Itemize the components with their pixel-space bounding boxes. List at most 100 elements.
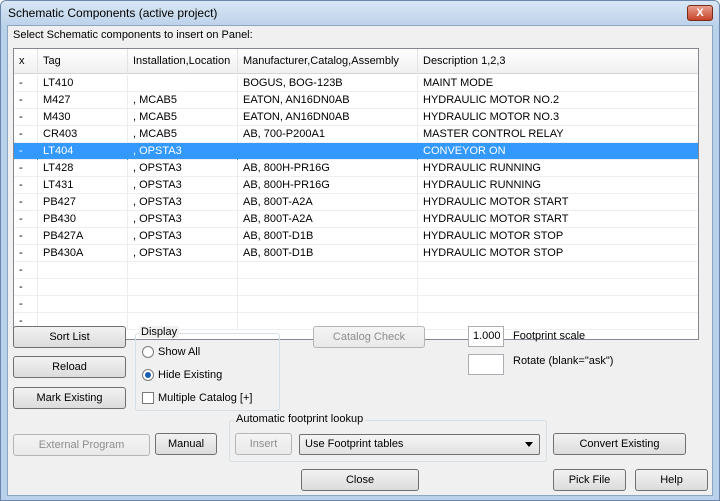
cell-x: - bbox=[14, 194, 38, 211]
cell-tag: CR403 bbox=[38, 126, 128, 143]
cell-manufacturer-catalog: AB, 700-P200A1 bbox=[238, 126, 418, 143]
column-header-x[interactable]: x bbox=[14, 49, 38, 74]
cell-manufacturer-catalog: EATON, AN16DN0AB bbox=[238, 109, 418, 126]
cell-tag bbox=[38, 262, 128, 279]
cell-installation-location: , OPSTA3 bbox=[128, 228, 238, 245]
cell-manufacturer-catalog: BOGUS, BOG-123B bbox=[238, 75, 418, 92]
table-row[interactable]: - CR403, MCAB5 AB, 700-P200A1 MASTER CONTRO… bbox=[14, 126, 698, 143]
window-title: Schematic Components (active project) bbox=[8, 6, 218, 20]
cell-x: - bbox=[14, 75, 38, 92]
dialog-window: Schematic Components (active project) X … bbox=[0, 0, 720, 501]
cell-manufacturer-catalog bbox=[238, 143, 418, 160]
cell-manufacturer-catalog bbox=[238, 262, 418, 279]
cell-x: - bbox=[14, 211, 38, 228]
cell-description bbox=[418, 313, 698, 330]
display-group-label: Display bbox=[139, 326, 180, 338]
footprint-scale-label: Footprint scale bbox=[513, 330, 586, 342]
cell-installation-location: , MCAB5 bbox=[128, 109, 238, 126]
cell-description: HYDRAULIC RUNNING bbox=[423, 179, 541, 191]
manual-button[interactable]: Manual bbox=[155, 433, 217, 455]
pick-file-button[interactable]: Pick File bbox=[553, 469, 626, 491]
cell-x: - bbox=[14, 109, 38, 126]
multiple-catalog-label[interactable]: Multiple Catalog [+] bbox=[158, 392, 252, 404]
cell-description: HYDRAULIC MOTOR START bbox=[423, 196, 569, 208]
cell-x: - bbox=[14, 262, 38, 279]
cell-x: - bbox=[14, 126, 38, 143]
cell-description: HYDRAULIC MOTOR STOP bbox=[423, 230, 564, 242]
dialog-client: Select Schematic components to insert on… bbox=[7, 25, 713, 496]
table-row[interactable]: - bbox=[14, 279, 698, 296]
cell-description: CONVEYOR ON bbox=[423, 145, 506, 157]
catalog-check-button[interactable]: Catalog Check bbox=[313, 326, 425, 348]
column-header-tag[interactable]: Tag bbox=[38, 49, 128, 74]
cell-installation-location: , OPSTA3 bbox=[128, 143, 238, 160]
table-row[interactable]: - M427, MCAB5 EATON, AN16DN0AB HYDRAULIC MO… bbox=[14, 92, 698, 109]
cell-tag: PB430A bbox=[38, 245, 128, 262]
table-row[interactable]: - PB427, OPSTA3 AB, 800T-A2A HYDRAULIC MOTO… bbox=[14, 194, 698, 211]
table-row[interactable]: - PB427A, OPSTA3 AB, 800T-D1B HYDRAULIC MOT… bbox=[14, 228, 698, 245]
cell-installation-location bbox=[128, 279, 238, 296]
cell-description bbox=[418, 296, 698, 313]
cell-installation-location bbox=[128, 296, 238, 313]
show-all-label[interactable]: Show All bbox=[158, 346, 200, 358]
cell-tag: LT431 bbox=[38, 177, 128, 194]
column-header-description[interactable]: Description 1,2,3 bbox=[418, 49, 698, 74]
cell-manufacturer-catalog: EATON, AN16DN0AB bbox=[238, 92, 418, 109]
cell-installation-location: , OPSTA3 bbox=[128, 245, 238, 262]
table-row[interactable]: - bbox=[14, 262, 698, 279]
rotate-label: Rotate (blank="ask") bbox=[513, 355, 614, 367]
cell-manufacturer-catalog: AB, 800T-A2A bbox=[238, 211, 418, 228]
rotate-input[interactable] bbox=[468, 354, 504, 375]
reload-button[interactable]: Reload bbox=[13, 356, 126, 378]
hide-existing-radio[interactable] bbox=[142, 369, 154, 381]
cell-x: - bbox=[14, 279, 38, 296]
cell-description: MASTER CONTROL RELAY bbox=[423, 128, 564, 140]
table-row[interactable]: - PB430, OPSTA3 AB, 800T-A2A HYDRAULIC MOTO… bbox=[14, 211, 698, 228]
column-header-manufacturer-catalog[interactable]: Manufacturer,Catalog,Assembly bbox=[238, 49, 418, 74]
cell-tag: M427 bbox=[38, 92, 128, 109]
table-row[interactable]: - PB430A, OPSTA3 AB, 800T-D1B HYDRAULIC MOT… bbox=[14, 245, 698, 262]
table-row[interactable]: - bbox=[14, 296, 698, 313]
insert-button[interactable]: Insert bbox=[235, 433, 292, 455]
cell-tag bbox=[38, 296, 128, 313]
cell-installation-location bbox=[128, 75, 238, 92]
cell-description: HYDRAULIC MOTOR STOP bbox=[423, 247, 564, 259]
components-table[interactable]: x Tag Installation,Location Manufacturer… bbox=[13, 48, 699, 340]
cell-tag: PB427A bbox=[38, 228, 128, 245]
cell-x: - bbox=[14, 245, 38, 262]
title-bar[interactable]: Schematic Components (active project) X bbox=[1, 1, 719, 25]
cell-description: HYDRAULIC MOTOR START bbox=[423, 213, 569, 225]
mark-existing-button[interactable]: Mark Existing bbox=[13, 387, 126, 409]
table-row[interactable]: - LT410 BOGUS, BOG-123B MAINT MODE bbox=[14, 75, 698, 92]
column-header-installation-location[interactable]: Installation,Location bbox=[128, 49, 238, 74]
convert-existing-button[interactable]: Convert Existing bbox=[553, 433, 686, 455]
external-program-button[interactable]: External Program bbox=[13, 434, 150, 456]
footprint-lookup-select[interactable]: Use Footprint tables bbox=[299, 434, 540, 455]
cell-description: HYDRAULIC MOTOR NO.3 bbox=[423, 111, 560, 123]
hide-existing-label[interactable]: Hide Existing bbox=[158, 369, 222, 381]
table-row[interactable]: - M430, MCAB5 EATON, AN16DN0AB HYDRAULIC MO… bbox=[14, 109, 698, 126]
cell-tag: LT404 bbox=[38, 143, 128, 160]
cell-tag: PB430 bbox=[38, 211, 128, 228]
multiple-catalog-checkbox[interactable] bbox=[142, 392, 154, 404]
help-button[interactable]: Help bbox=[635, 469, 708, 491]
cell-manufacturer-catalog bbox=[238, 279, 418, 296]
cell-installation-location: , OPSTA3 bbox=[128, 194, 238, 211]
sort-list-button[interactable]: Sort List bbox=[13, 326, 126, 348]
table-row[interactable]: - LT431, OPSTA3 AB, 800H-PR16G HYDRAULIC RU… bbox=[14, 177, 698, 194]
footprint-scale-input[interactable]: 1.000 bbox=[468, 326, 504, 347]
table-row[interactable]: - LT428, OPSTA3 AB, 800H-PR16G HYDRAULIC RU… bbox=[14, 160, 698, 177]
cell-x: - bbox=[14, 228, 38, 245]
cell-x: - bbox=[14, 92, 38, 109]
table-row[interactable]: - LT404, OPSTA3 CONVEYOR ON bbox=[14, 143, 698, 160]
close-window-icon[interactable]: X bbox=[687, 5, 713, 21]
cell-description: MAINT MODE bbox=[423, 77, 494, 89]
cell-installation-location: , OPSTA3 bbox=[128, 160, 238, 177]
cell-tag: LT428 bbox=[38, 160, 128, 177]
show-all-radio[interactable] bbox=[142, 346, 154, 358]
cell-tag bbox=[38, 279, 128, 296]
cell-manufacturer-catalog: AB, 800T-D1B bbox=[238, 245, 418, 262]
chevron-down-icon bbox=[525, 442, 533, 447]
cell-manufacturer-catalog: AB, 800H-PR16G bbox=[238, 177, 418, 194]
close-button[interactable]: Close bbox=[301, 469, 419, 491]
